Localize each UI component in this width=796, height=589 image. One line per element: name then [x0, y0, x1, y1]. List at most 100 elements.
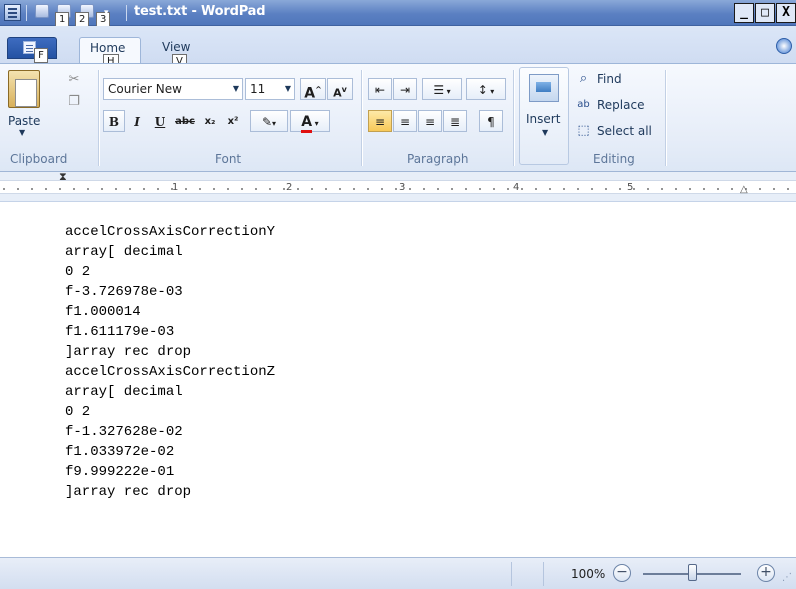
grow-font-label: A — [304, 85, 316, 102]
highlight-color-button[interactable]: ✎▾ — [250, 110, 288, 132]
document-line[interactable]: accelCrossAxisCorrectionY — [65, 222, 275, 242]
help-icon[interactable] — [776, 38, 792, 54]
select-all-icon: ⬚ — [577, 123, 590, 138]
keytip-save: 1 — [55, 12, 70, 27]
paragraph-group-label: Paragraph — [407, 152, 469, 166]
bold-button[interactable]: B — [103, 110, 125, 132]
document-line[interactable]: f-3.726978e-03 — [65, 282, 275, 302]
status-pane — [4, 562, 512, 586]
copy-icon[interactable]: ❐ — [66, 94, 82, 110]
clipboard-group-label: Clipboard — [10, 152, 68, 166]
window-controls: _ □ X — [734, 3, 796, 23]
underline-button[interactable]: U — [149, 110, 171, 132]
document-line[interactable]: f1.033972e-02 — [65, 442, 275, 462]
paragraph-settings-icon[interactable]: ¶ — [479, 110, 503, 132]
keytip-undo: 2 — [75, 12, 90, 27]
group-separator — [513, 70, 514, 166]
shrink-font-label: A — [333, 86, 342, 100]
document-line[interactable]: f1.000014 — [65, 302, 275, 322]
paste-icon[interactable] — [8, 70, 40, 108]
left-indent-marker[interactable]: ⧗ — [59, 171, 69, 186]
document-line[interactable]: f9.999222e-01 — [65, 462, 275, 482]
document-line[interactable]: array[ decimal — [65, 242, 275, 262]
right-indent-marker[interactable]: △ — [740, 184, 748, 195]
ruler-number: 5 — [627, 182, 634, 193]
minimize-button[interactable]: _ — [734, 3, 754, 23]
bullets-icon[interactable]: ☰ ▾ — [422, 78, 462, 100]
insert-picture-icon — [529, 74, 559, 102]
select-all-label: Select all — [597, 124, 652, 138]
binoculars-icon: ⌕ — [579, 71, 588, 86]
strikethrough-button[interactable]: abc — [172, 110, 198, 132]
select-all-button[interactable]: ⬚ Select all — [575, 121, 652, 141]
save-icon[interactable] — [33, 3, 51, 21]
close-button[interactable]: X — [776, 3, 796, 23]
qat-separator — [126, 5, 127, 21]
align-center-icon[interactable]: ≡ — [393, 110, 417, 132]
title-bar: 1 2 3 ▾ test.txt - WordPad _ □ X — [0, 0, 796, 27]
line-spacing-icon[interactable]: ↕ ▾ — [466, 78, 506, 100]
ruler-number: 4 — [513, 182, 520, 193]
insert-label: Insert — [526, 112, 561, 126]
document-editor[interactable]: accelCrossAxisCorrectionY array[ decimal 0… — [0, 203, 796, 557]
keytip-file: F — [34, 48, 48, 63]
document-line[interactable]: 0 2 — [65, 262, 275, 282]
superscript-button[interactable]: x² — [222, 110, 244, 132]
font-size-select[interactable]: 11 ▼ — [245, 78, 295, 100]
status-bar: 100% − + ⋰ — [0, 557, 796, 589]
group-separator — [665, 70, 666, 166]
ruler-number: 2 — [286, 182, 293, 193]
chevron-down-icon: ▼ — [232, 84, 239, 93]
zoom-level: 100% — [571, 567, 606, 581]
ruler-ticks — [0, 188, 796, 190]
ruler-number: 1 — [172, 182, 179, 193]
maximize-button[interactable]: □ — [755, 3, 775, 23]
file-menu-button[interactable] — [7, 37, 57, 59]
document-line[interactable]: ]array rec drop — [65, 482, 275, 502]
align-left-icon[interactable]: ≡ — [368, 110, 392, 132]
qat-customize-dropdown[interactable]: ▾ — [104, 8, 109, 18]
justify-icon[interactable]: ≣ — [443, 110, 467, 132]
paste-button-label[interactable]: Paste — [8, 114, 40, 128]
insert-button[interactable]: Insert ▼ — [519, 67, 569, 165]
editing-group-label: Editing — [593, 152, 635, 166]
group-separator — [98, 70, 99, 166]
document-line[interactable]: accelCrossAxisCorrectionZ — [65, 362, 275, 382]
qat-separator — [26, 5, 27, 21]
font-size-value: 11 — [250, 82, 266, 96]
document-text[interactable]: accelCrossAxisCorrectionY array[ decimal 0… — [65, 222, 275, 502]
text-color-button[interactable]: A ▾ — [290, 110, 330, 133]
zoom-in-button[interactable]: + — [757, 564, 775, 582]
subscript-button[interactable]: x₂ — [199, 110, 221, 132]
decrease-indent-icon[interactable]: ⇤ — [368, 78, 392, 100]
document-line[interactable]: 0 2 — [65, 402, 275, 422]
align-right-icon[interactable]: ≡ — [418, 110, 442, 132]
ruler-number: 3 — [399, 182, 406, 193]
font-family-value: Courier New — [108, 82, 182, 96]
document-line[interactable]: f1.611179e-03 — [65, 322, 275, 342]
status-pane — [514, 562, 544, 586]
shrink-font-button[interactable]: Av — [327, 78, 353, 100]
find-button[interactable]: ⌕ Find — [575, 69, 622, 89]
document-line[interactable]: array[ decimal — [65, 382, 275, 402]
chevron-down-icon: ▼ — [542, 128, 549, 137]
ribbon-home: Paste ▼ ✂ ❐ Clipboard Courier New ▼ 11 ▼… — [0, 63, 796, 172]
grow-font-button[interactable]: A^ — [300, 78, 326, 102]
group-separator — [361, 70, 362, 166]
document-line[interactable]: ]array rec drop — [65, 342, 275, 362]
ruler-track: 1 2 3 4 5 — [0, 180, 796, 194]
cut-icon[interactable]: ✂ — [66, 72, 82, 88]
replace-label: Replace — [597, 98, 645, 112]
window-title: test.txt - WordPad — [134, 4, 266, 19]
wordpad-app-icon[interactable] — [4, 4, 21, 21]
font-family-select[interactable]: Courier New ▼ — [103, 78, 243, 100]
document-line[interactable]: f-1.327628e-02 — [65, 422, 275, 442]
paste-dropdown-arrow[interactable]: ▼ — [19, 128, 25, 137]
replace-button[interactable]: ab Replace — [575, 95, 644, 115]
zoom-out-button[interactable]: − — [613, 564, 631, 582]
increase-indent-icon[interactable]: ⇥ — [393, 78, 417, 100]
zoom-slider-thumb[interactable] — [688, 564, 697, 581]
resize-grip-icon[interactable]: ⋰ — [782, 572, 794, 586]
tab-view-label: View — [162, 40, 191, 54]
italic-button[interactable]: I — [126, 110, 148, 132]
